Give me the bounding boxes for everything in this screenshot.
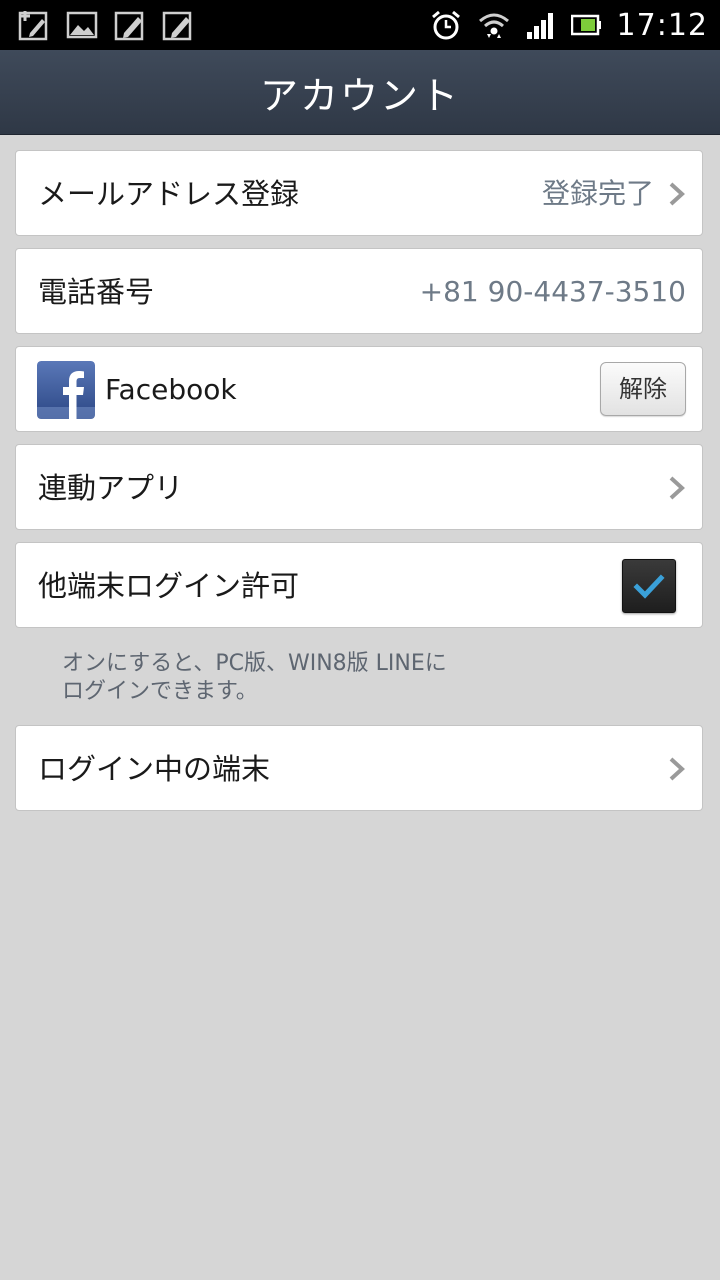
other-device-login-label: 他端末ログイン許可 bbox=[38, 569, 300, 603]
status-time: 17:12 bbox=[616, 7, 708, 43]
phone-number-row: 電話番号 +81 90-4437-3510 bbox=[15, 248, 703, 334]
checkmark-icon bbox=[633, 574, 665, 599]
chevron-right-icon bbox=[669, 757, 685, 781]
logged-in-devices-label: ログイン中の端末 bbox=[38, 752, 271, 786]
other-device-login-row[interactable]: 他端末ログイン許可 bbox=[15, 542, 703, 628]
help-text-line: オンにすると、PC版、WIN8版 LINEに bbox=[62, 651, 447, 676]
phone-number-value: +81 90-4437-3510 bbox=[419, 275, 686, 308]
chevron-right-icon bbox=[669, 476, 685, 500]
other-device-login-checkbox[interactable] bbox=[622, 559, 676, 613]
page-title: アカウント bbox=[259, 73, 460, 118]
battery-icon bbox=[570, 14, 601, 36]
chevron-right-icon bbox=[669, 182, 685, 206]
linked-apps-row[interactable]: 連動アプリ bbox=[15, 444, 703, 530]
facebook-unlink-button[interactable]: 解除 bbox=[600, 362, 686, 416]
edit-icon bbox=[114, 11, 144, 41]
facebook-icon bbox=[37, 361, 95, 419]
other-device-login-help: オンにすると、PC版、WIN8版 LINEに ログインできます。 bbox=[62, 650, 662, 706]
add-note-icon bbox=[18, 11, 48, 41]
logged-in-devices-row[interactable]: ログイン中の端末 bbox=[15, 725, 703, 811]
edit-icon bbox=[162, 11, 192, 41]
phone-number-label: 電話番号 bbox=[38, 275, 155, 309]
linked-apps-label: 連動アプリ bbox=[38, 471, 184, 505]
image-icon bbox=[66, 11, 98, 39]
status-bar: 17:12 bbox=[0, 0, 720, 50]
email-registration-label: メールアドレス登録 bbox=[38, 177, 300, 211]
alarm-icon bbox=[431, 10, 460, 40]
app-header: アカウント bbox=[0, 50, 720, 135]
help-text-line: ログインできます。 bbox=[62, 679, 258, 704]
notification-icons bbox=[18, 9, 194, 41]
facebook-label: Facebook bbox=[105, 373, 237, 406]
system-status-icons: 17:12 bbox=[429, 0, 708, 50]
email-registration-row[interactable]: メールアドレス登録 登録完了 bbox=[15, 150, 703, 236]
facebook-row: Facebook 解除 bbox=[15, 346, 703, 432]
email-registration-status: 登録完了 bbox=[541, 177, 654, 210]
signal-icon bbox=[526, 13, 553, 39]
wifi-icon bbox=[478, 13, 509, 38]
